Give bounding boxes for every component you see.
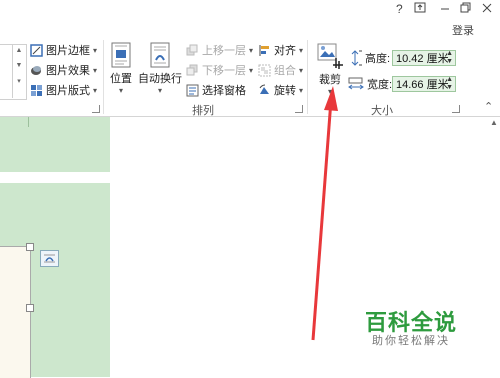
watermark-subtitle: 助你轻松解决 [372,335,450,347]
